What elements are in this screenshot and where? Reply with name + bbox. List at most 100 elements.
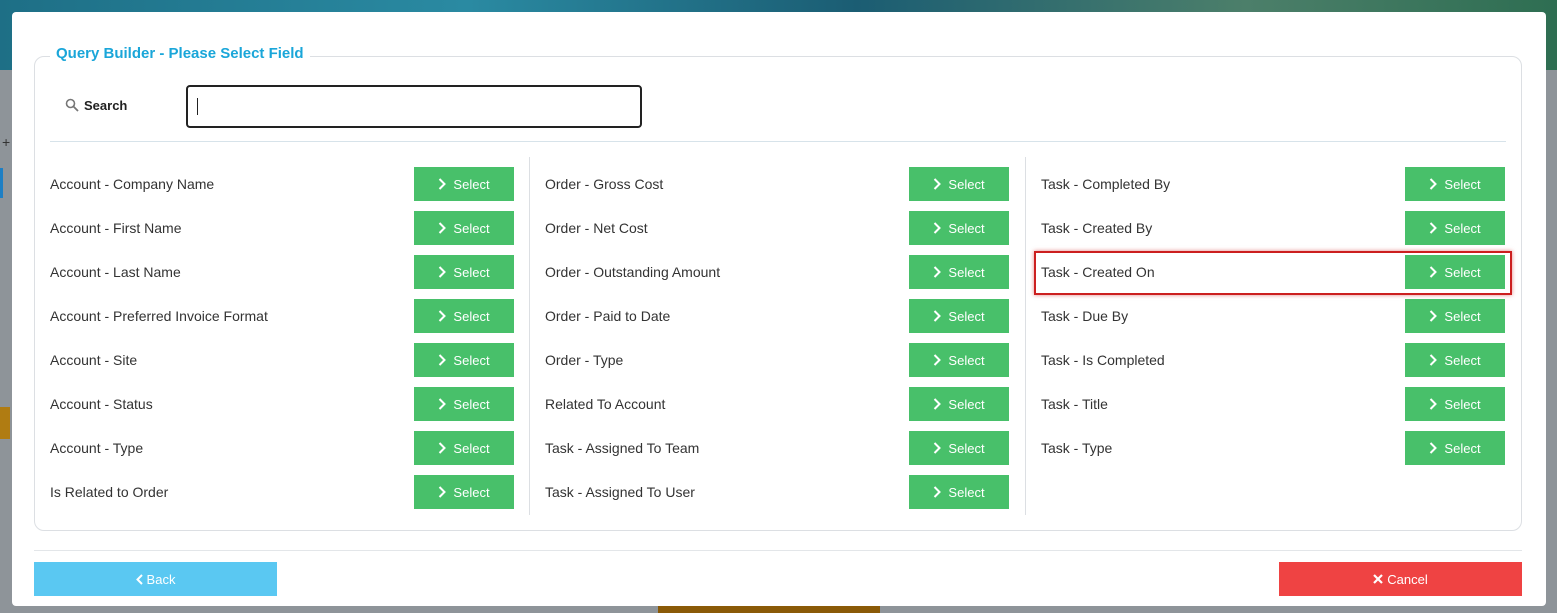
chevron-right-icon — [934, 222, 942, 234]
field-row: Account - Preferred Invoice Format Select — [50, 299, 514, 333]
field-row: Task - Title Select — [1041, 387, 1505, 421]
select-button-label: Select — [1444, 396, 1481, 412]
field-row: Account - First Name Select — [50, 211, 514, 245]
select-button-label: Select — [1444, 440, 1481, 456]
select-button[interactable]: Select — [414, 431, 514, 465]
chevron-right-icon — [934, 178, 942, 190]
select-button-label: Select — [1444, 220, 1481, 236]
select-button-label: Select — [948, 396, 985, 412]
chevron-right-icon — [934, 310, 942, 322]
select-button-label: Select — [453, 396, 490, 412]
chevron-right-icon — [934, 354, 942, 366]
field-row: Account - Company Name Select — [50, 167, 514, 201]
field-label: Task - Title — [1041, 396, 1108, 412]
select-button[interactable]: Select — [909, 431, 1009, 465]
field-row: Task - Type Select — [1041, 431, 1505, 465]
field-row: Order - Gross Cost Select — [545, 167, 1009, 201]
select-button[interactable]: Select — [414, 167, 514, 201]
field-row: Task - Created On Select — [1041, 255, 1505, 289]
field-row: Task - Is Completed Select — [1041, 343, 1505, 377]
select-button[interactable]: Select — [909, 475, 1009, 509]
select-button-label: Select — [948, 176, 985, 192]
select-button[interactable]: Select — [1405, 255, 1505, 289]
field-label: Task - Assigned To Team — [545, 440, 700, 456]
chevron-right-icon — [439, 486, 447, 498]
select-button[interactable]: Select — [414, 387, 514, 421]
select-button-label: Select — [453, 264, 490, 280]
field-label: Related To Account — [545, 396, 666, 412]
chevron-right-icon — [1430, 354, 1438, 366]
field-row: Account - Last Name Select — [50, 255, 514, 289]
select-button-label: Select — [948, 264, 985, 280]
chevron-right-icon — [934, 442, 942, 454]
search-icon — [65, 98, 79, 112]
select-button-label: Select — [948, 440, 985, 456]
select-button-label: Select — [453, 352, 490, 368]
close-icon — [1373, 574, 1384, 584]
select-button[interactable]: Select — [414, 299, 514, 333]
background-plus-icon: + — [2, 134, 11, 150]
field-row: Related To Account Select — [545, 387, 1009, 421]
chevron-right-icon — [439, 266, 447, 278]
search-label-text: Search — [84, 97, 128, 113]
field-row: Order - Type Select — [545, 343, 1009, 377]
select-button[interactable]: Select — [1405, 431, 1505, 465]
field-row: Task - Assigned To User Select — [545, 475, 1009, 509]
dialog-title: Query Builder - Please Select Field — [50, 45, 310, 62]
chevron-right-icon — [1430, 178, 1438, 190]
field-row: Task - Completed By Select — [1041, 167, 1505, 201]
field-label: Task - Due By — [1041, 308, 1129, 324]
chevron-right-icon — [439, 442, 447, 454]
cancel-button[interactable]: Cancel — [1279, 562, 1522, 596]
field-label: Order - Type — [545, 352, 624, 368]
back-button[interactable]: Back — [34, 562, 277, 596]
select-button[interactable]: Select — [909, 255, 1009, 289]
select-button-label: Select — [1444, 176, 1481, 192]
select-button[interactable]: Select — [414, 475, 514, 509]
field-label: Is Related to Order — [50, 484, 169, 500]
select-button[interactable]: Select — [909, 299, 1009, 333]
field-label: Task - Created By — [1041, 220, 1153, 236]
field-row: Order - Net Cost Select — [545, 211, 1009, 245]
select-button[interactable]: Select — [909, 343, 1009, 377]
field-row: Order - Outstanding Amount Select — [545, 255, 1009, 289]
select-button-label: Select — [1444, 352, 1481, 368]
field-label: Account - First Name — [50, 220, 182, 236]
select-button[interactable]: Select — [414, 343, 514, 377]
field-label: Task - Assigned To User — [545, 484, 695, 500]
select-button[interactable]: Select — [1405, 387, 1505, 421]
select-button[interactable]: Select — [414, 255, 514, 289]
field-label: Account - Type — [50, 440, 144, 456]
select-button-label: Select — [948, 308, 985, 324]
field-row: Task - Due By Select — [1041, 299, 1505, 333]
select-button[interactable]: Select — [909, 211, 1009, 245]
field-label: Task - Completed By — [1041, 176, 1171, 192]
column-divider — [1025, 157, 1026, 515]
field-label: Account - Last Name — [50, 264, 181, 280]
select-button[interactable]: Select — [1405, 167, 1505, 201]
field-row: Account - Type Select — [50, 431, 514, 465]
select-button[interactable]: Select — [909, 167, 1009, 201]
select-button-label: Select — [1444, 308, 1481, 324]
field-label: Account - Company Name — [50, 176, 215, 192]
select-button[interactable]: Select — [1405, 299, 1505, 333]
field-label: Order - Gross Cost — [545, 176, 664, 192]
select-button[interactable]: Select — [1405, 343, 1505, 377]
search-input[interactable] — [186, 85, 642, 128]
field-label: Task - Is Completed — [1041, 352, 1165, 368]
select-button[interactable]: Select — [1405, 211, 1505, 245]
field-row: Task - Assigned To Team Select — [545, 431, 1009, 465]
select-button[interactable]: Select — [909, 387, 1009, 421]
select-button[interactable]: Select — [414, 211, 514, 245]
field-label: Account - Preferred Invoice Format — [50, 308, 268, 324]
select-button-label: Select — [1444, 264, 1481, 280]
field-row: Task - Created By Select — [1041, 211, 1505, 245]
field-label: Task - Type — [1041, 440, 1113, 456]
chevron-right-icon — [934, 266, 942, 278]
field-label: Order - Paid to Date — [545, 308, 671, 324]
chevron-right-icon — [439, 222, 447, 234]
select-button-label: Select — [453, 440, 490, 456]
background-orange-tab — [0, 407, 10, 439]
field-label: Order - Net Cost — [545, 220, 648, 236]
field-label: Order - Outstanding Amount — [545, 264, 721, 280]
